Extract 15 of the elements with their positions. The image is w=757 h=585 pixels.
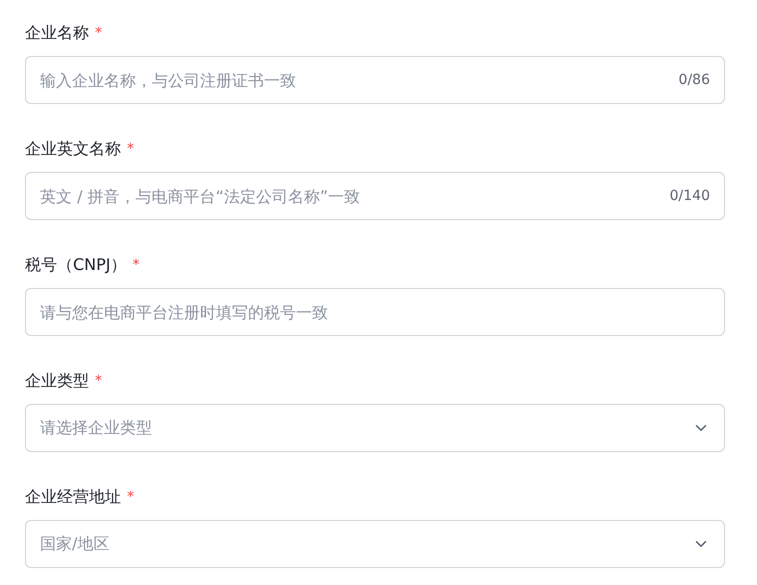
input-field[interactable]: 请与您在电商平台注册时填写的税号一致 bbox=[25, 288, 725, 336]
character-counter: 0/140 bbox=[670, 188, 710, 204]
field-label: 企业类型 bbox=[25, 370, 89, 392]
field-label: 企业经营地址 bbox=[25, 486, 121, 508]
required-mark: * bbox=[95, 25, 102, 41]
field-label: 企业英文名称 bbox=[25, 138, 121, 160]
character-counter: 0/86 bbox=[678, 72, 710, 88]
select-field[interactable]: 请选择企业类型 bbox=[25, 404, 725, 452]
field-label: 企业名称 bbox=[25, 22, 89, 44]
select-field[interactable]: 国家/地区 bbox=[25, 520, 725, 568]
required-mark: * bbox=[127, 489, 134, 505]
field-label: 税号（CNPJ） bbox=[25, 254, 127, 276]
required-mark: * bbox=[127, 141, 134, 157]
required-mark: * bbox=[95, 373, 102, 389]
required-mark: * bbox=[132, 257, 140, 273]
